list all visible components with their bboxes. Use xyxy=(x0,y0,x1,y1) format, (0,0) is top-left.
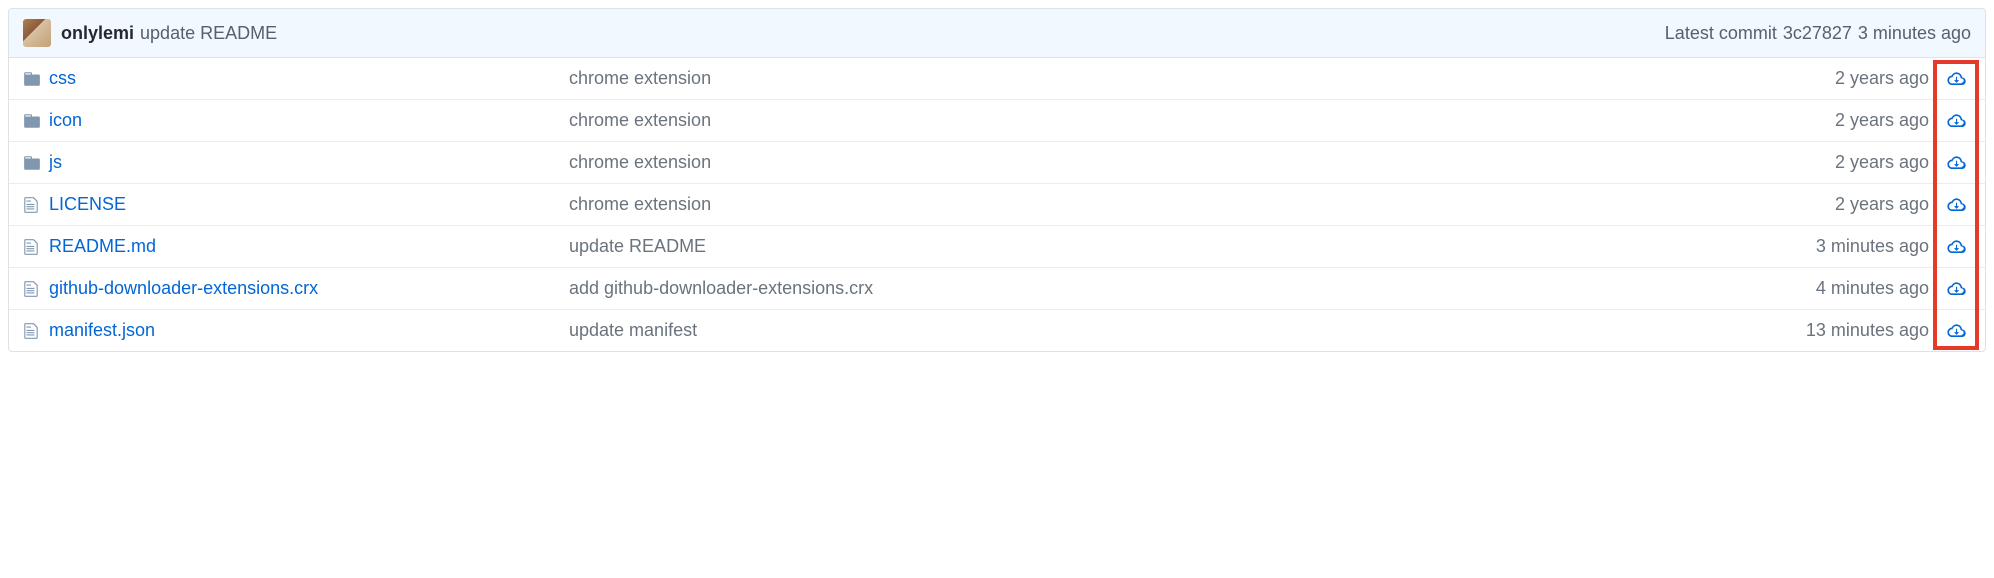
file-name-link[interactable]: css xyxy=(49,68,76,88)
file-commit-message[interactable]: update manifest xyxy=(569,320,1806,341)
file-name-link[interactable]: README.md xyxy=(49,236,156,256)
commit-tease: onlylemi update README Latest commit 3c2… xyxy=(9,9,1985,58)
commit-meta: Latest commit 3c27827 3 minutes ago xyxy=(1665,23,1971,44)
download-icon[interactable] xyxy=(1941,154,1971,172)
file-age: 2 years ago xyxy=(1835,194,1941,215)
commit-message[interactable]: update README xyxy=(140,23,277,44)
file-name-link[interactable]: LICENSE xyxy=(49,194,126,214)
file-icon xyxy=(23,238,49,256)
file-row: css chrome extension2 years ago xyxy=(9,58,1985,100)
commit-author[interactable]: onlylemi xyxy=(61,23,134,44)
file-age: 2 years ago xyxy=(1835,152,1941,173)
file-name-link[interactable]: icon xyxy=(49,110,82,130)
file-row: icon chrome extension2 years ago xyxy=(9,100,1985,142)
file-commit-message[interactable]: chrome extension xyxy=(569,152,1835,173)
download-icon[interactable] xyxy=(1941,238,1971,256)
file-commit-message[interactable]: chrome extension xyxy=(569,194,1835,215)
file-name-link[interactable]: js xyxy=(49,152,62,172)
file-list: onlylemi update README Latest commit 3c2… xyxy=(8,8,1986,352)
download-icon[interactable] xyxy=(1941,322,1971,340)
file-age: 2 years ago xyxy=(1835,110,1941,131)
file-commit-message[interactable]: update README xyxy=(569,236,1816,257)
file-commit-message[interactable]: add github-downloader-extensions.crx xyxy=(569,278,1816,299)
folder-icon xyxy=(23,112,49,130)
download-icon[interactable] xyxy=(1941,70,1971,88)
file-commit-message[interactable]: chrome extension xyxy=(569,68,1835,89)
download-icon[interactable] xyxy=(1941,112,1971,130)
file-age: 13 minutes ago xyxy=(1806,320,1941,341)
file-row: README.md update README3 minutes ago xyxy=(9,226,1985,268)
file-icon xyxy=(23,280,49,298)
commit-sha[interactable]: 3c27827 xyxy=(1783,23,1852,44)
file-row: github-downloader-extensions.crx add gith… xyxy=(9,268,1985,310)
file-age: 3 minutes ago xyxy=(1816,236,1941,257)
file-row: js chrome extension2 years ago xyxy=(9,142,1985,184)
download-icon[interactable] xyxy=(1941,196,1971,214)
folder-icon xyxy=(23,154,49,172)
file-age: 2 years ago xyxy=(1835,68,1941,89)
file-age: 4 minutes ago xyxy=(1816,278,1941,299)
download-icon[interactable] xyxy=(1941,280,1971,298)
folder-icon xyxy=(23,70,49,88)
file-icon xyxy=(23,322,49,340)
avatar[interactable] xyxy=(23,19,51,47)
file-name-link[interactable]: github-downloader-extensions.crx xyxy=(49,278,318,298)
file-row: LICENSE chrome extension2 years ago xyxy=(9,184,1985,226)
file-name-link[interactable]: manifest.json xyxy=(49,320,155,340)
commit-age: 3 minutes ago xyxy=(1858,23,1971,44)
file-icon xyxy=(23,196,49,214)
file-commit-message[interactable]: chrome extension xyxy=(569,110,1835,131)
file-row: manifest.json update manifest13 minutes a… xyxy=(9,310,1985,351)
latest-commit-label: Latest commit xyxy=(1665,23,1777,44)
